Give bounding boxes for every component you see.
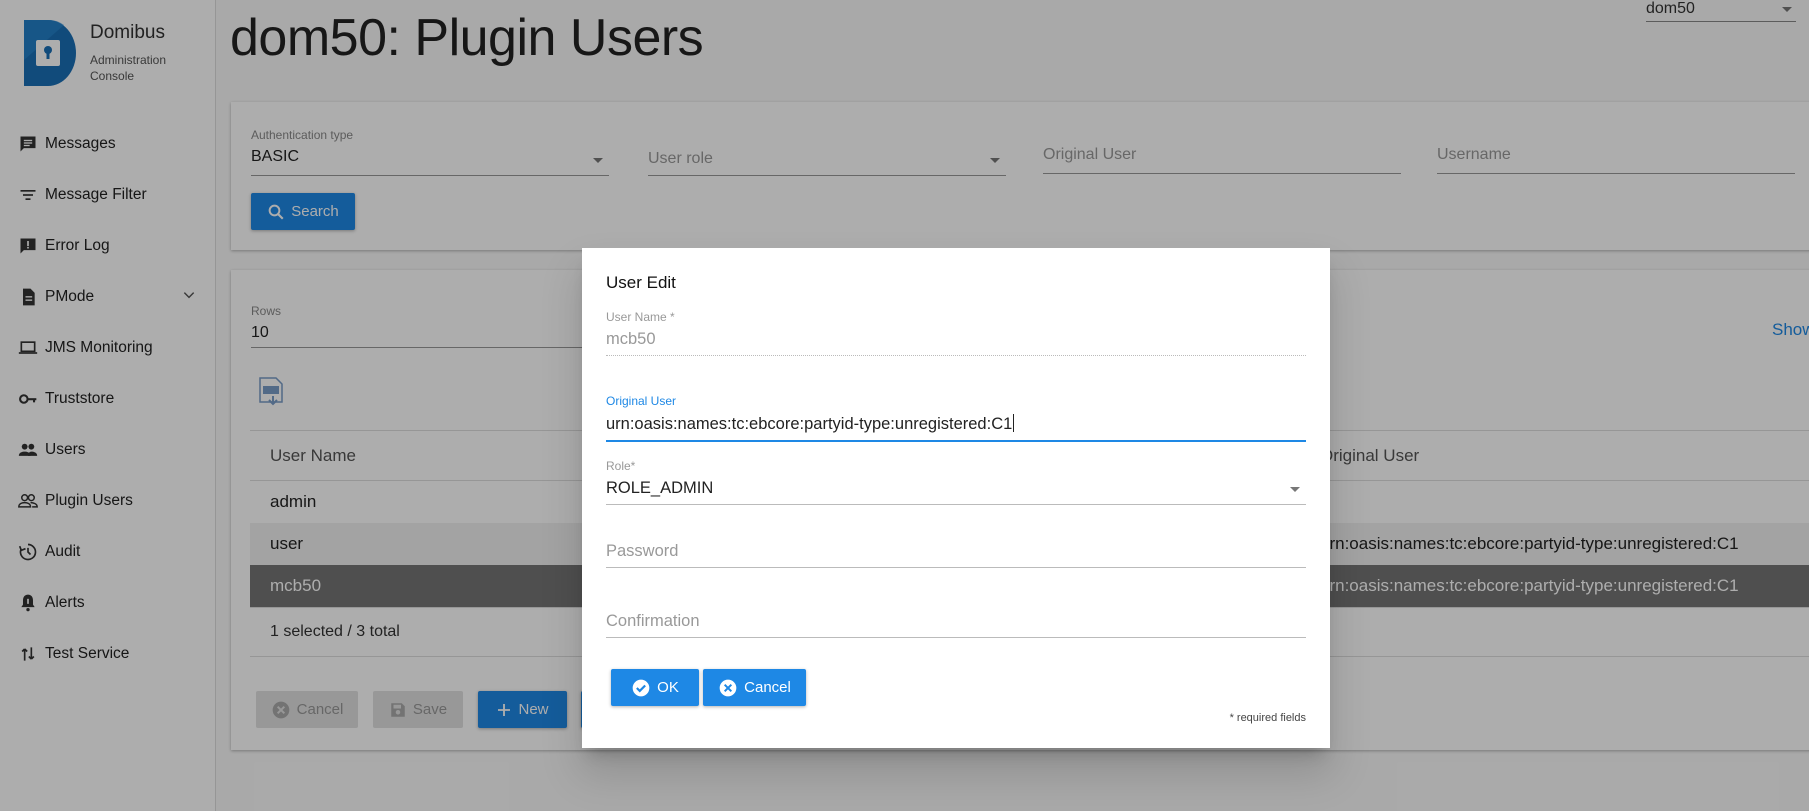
password-input[interactable]: Password <box>606 542 1306 568</box>
ok-button[interactable]: OK <box>611 669 699 706</box>
dialog-cancel-button[interactable]: Cancel <box>703 669 806 706</box>
dialog-cancel-label: Cancel <box>744 679 791 696</box>
dropdown-arrow-icon <box>1290 487 1300 492</box>
role-label: Role* <box>606 459 636 473</box>
dialog-title: User Edit <box>606 273 676 292</box>
original-user-value: urn:oasis:names:tc:ebcore:partyid-type:u… <box>606 415 1013 433</box>
original-user-value-wrap: urn:oasis:names:tc:ebcore:partyid-type:u… <box>606 414 1306 434</box>
original-user-label: Original User <box>606 394 677 408</box>
role-value: ROLE_ADMIN <box>606 479 714 497</box>
text-cursor <box>1013 414 1015 432</box>
role-select[interactable]: Role* ROLE_ADMIN <box>606 459 1306 505</box>
password-placeholder: Password <box>606 542 679 560</box>
confirmation-input[interactable]: Confirmation <box>606 612 1306 638</box>
username-field: User Name * mcb50 <box>606 310 1306 356</box>
confirmation-placeholder: Confirmation <box>606 612 700 630</box>
username-value: mcb50 <box>606 330 656 348</box>
required-fields-note: * required fields <box>1229 712 1306 724</box>
ok-button-label: OK <box>657 679 679 696</box>
username-label: User Name * <box>606 310 675 324</box>
cancel-circle-icon <box>719 679 737 696</box>
check-circle-icon <box>632 679 650 696</box>
user-edit-dialog: User Edit User Name * mcb50 Original Use… <box>582 248 1330 748</box>
original-user-input[interactable]: Original User urn:oasis:names:tc:ebcore:… <box>606 394 1306 442</box>
